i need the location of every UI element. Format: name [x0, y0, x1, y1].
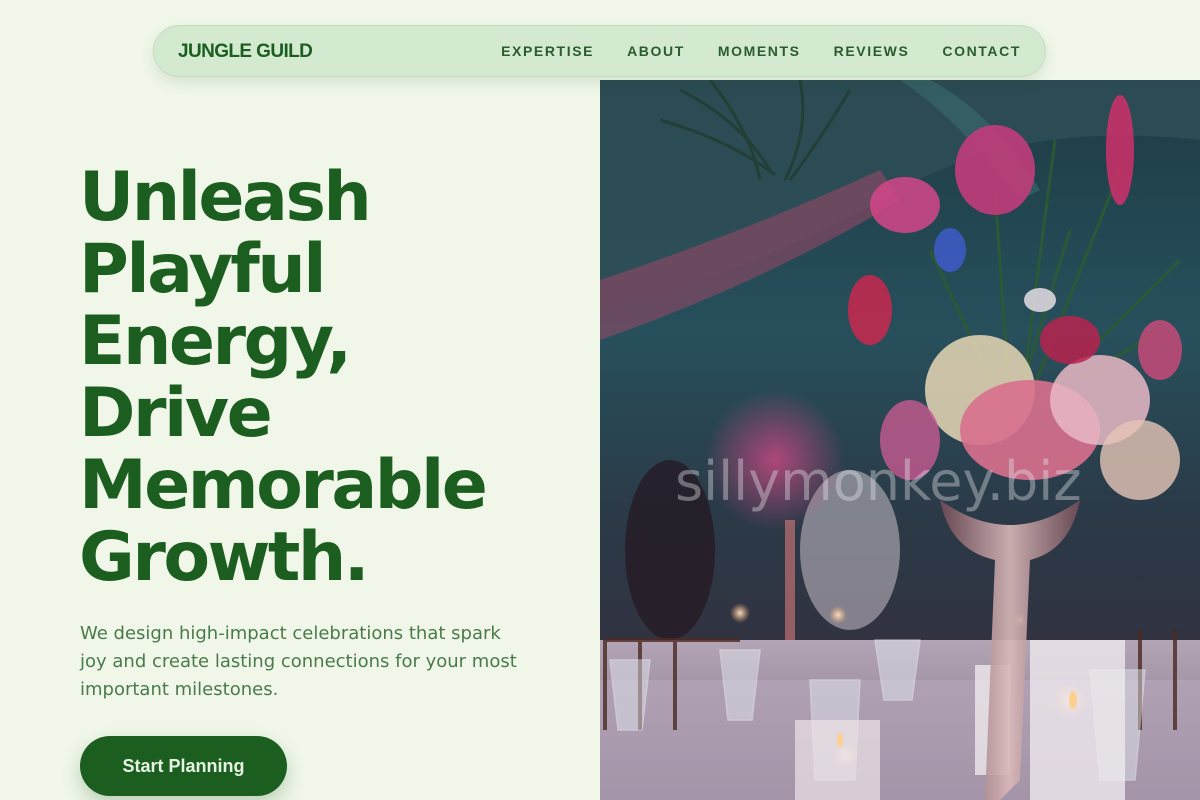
hero-subtext: We design high-impact celebrations that … — [80, 623, 517, 700]
nav-link-expertise[interactable]: EXPERTISE — [501, 43, 594, 59]
headline-line: Energy, — [79, 302, 352, 381]
headline-line: Unleash — [79, 158, 372, 237]
nav-links: EXPERTISE ABOUT MOMENTS REVIEWS CONTACT — [501, 43, 1021, 59]
headline-line: Playful — [79, 230, 327, 309]
top-nav: JUNGLE GUILD EXPERTISE ABOUT MOMENTS REV… — [153, 25, 1046, 77]
page: JUNGLE GUILD EXPERTISE ABOUT MOMENTS REV… — [0, 0, 1200, 800]
hero-headline: Unleash Playful Energy, Drive Memorable … — [79, 162, 579, 594]
brand-logo[interactable]: JUNGLE GUILD — [178, 41, 313, 63]
nav-link-reviews[interactable]: REVIEWS — [834, 43, 910, 59]
start-planning-button[interactable]: Start Planning — [80, 736, 287, 796]
headline-line: Growth. — [79, 518, 370, 597]
hero-image: sillymonkey.biz — [600, 80, 1200, 800]
nav-link-about[interactable]: ABOUT — [627, 43, 685, 59]
event-photo-illustration — [600, 80, 1200, 800]
headline-line: Drive — [79, 374, 273, 453]
headline-line: Memorable — [79, 446, 488, 525]
nav-link-moments[interactable]: MOMENTS — [718, 43, 801, 59]
image-watermark: sillymonkey.biz — [675, 450, 1082, 513]
nav-link-contact[interactable]: CONTACT — [942, 43, 1021, 59]
